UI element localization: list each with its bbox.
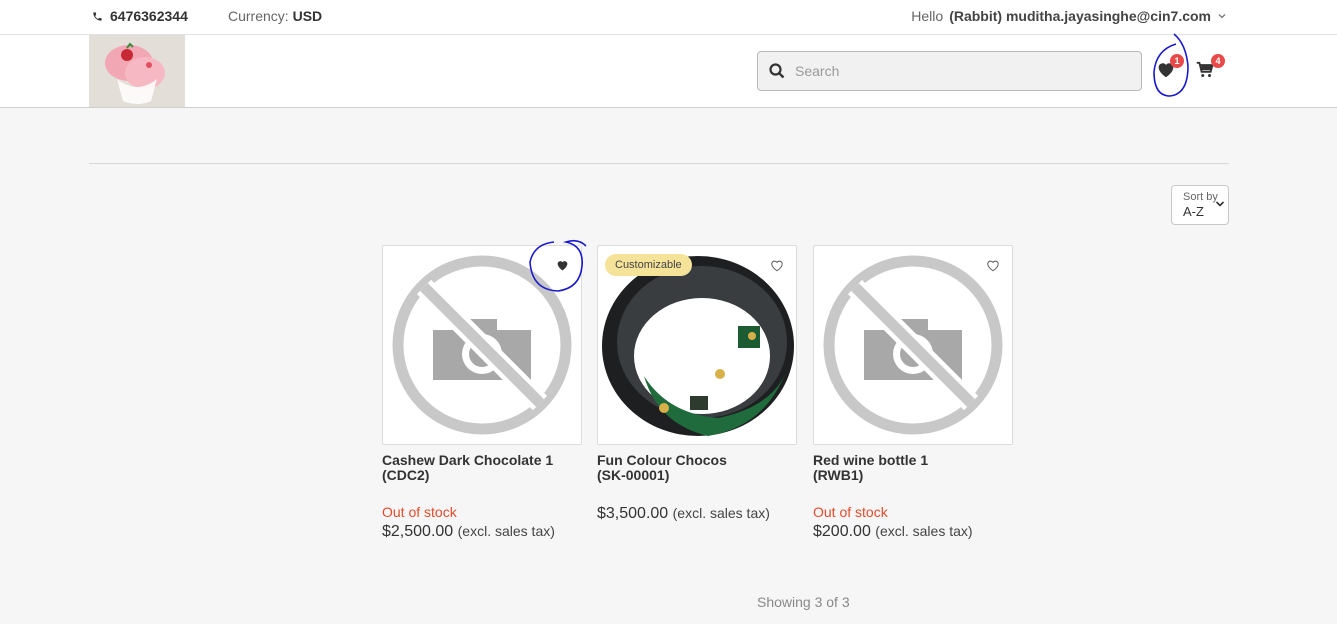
site-header: 1 4	[0, 35, 1337, 108]
product-name[interactable]: Fun Colour Chocos (SK-00001)	[597, 453, 797, 483]
store-logo[interactable]	[89, 35, 185, 107]
tax-note: (excl. sales tax)	[875, 523, 973, 539]
currency-value: USD	[292, 8, 323, 24]
phone-contact[interactable]: 6476362344	[92, 8, 188, 24]
hello-prefix: Hello	[911, 8, 944, 24]
heart-outline-icon	[771, 260, 783, 271]
account-menu[interactable]: Hello (Rabbit) muditha.jayasinghe@cin7.c…	[911, 8, 1227, 24]
sort-label: Sort by	[1183, 191, 1218, 203]
section-divider	[89, 163, 1229, 164]
product-card[interactable]: Cashew Dark Chocolate 1 (CDC2) Out of st…	[382, 245, 582, 541]
heart-outline-icon	[987, 260, 999, 271]
search-box[interactable]	[757, 51, 1142, 91]
product-price: $3,500.00 (excl. sales tax)	[597, 505, 797, 523]
product-title: Red wine bottle 1	[813, 452, 929, 468]
user-name: (Rabbit) muditha.jayasinghe@cin7.com	[949, 8, 1211, 24]
product-image[interactable]	[813, 245, 1013, 445]
ice-cream-logo-image	[89, 35, 185, 107]
product-card[interactable]: Customizable Fun Colour Chocos (SK-00001…	[597, 245, 797, 523]
tax-note: (excl. sales tax)	[457, 523, 555, 539]
customizable-badge: Customizable	[605, 254, 692, 276]
product-name[interactable]: Red wine bottle 1 (RWB1)	[813, 453, 1013, 483]
stock-status: Out of stock	[813, 504, 888, 520]
product-image[interactable]	[382, 245, 582, 445]
no-image-placeholder-icon	[823, 255, 1003, 435]
heart-filled-icon	[557, 261, 567, 271]
product-sku: (CDC2)	[382, 467, 430, 483]
tax-note: (excl. sales tax)	[672, 505, 770, 521]
product-price: $2,500.00 (excl. sales tax)	[382, 523, 582, 541]
chevron-down-icon	[1215, 201, 1225, 207]
no-image-placeholder-icon	[392, 255, 572, 435]
product-title: Fun Colour Chocos	[597, 452, 727, 468]
wishlist-toggle[interactable]	[982, 254, 1004, 276]
price-value: $3,500.00	[597, 505, 669, 522]
wishlist-toggle[interactable]	[551, 254, 573, 276]
search-input[interactable]	[793, 62, 1127, 80]
chevron-down-icon	[1218, 14, 1226, 19]
product-title: Cashew Dark Chocolate 1	[382, 452, 554, 468]
results-count: Showing 3 of 3	[757, 594, 850, 610]
currency-selector[interactable]: Currency: USD	[228, 8, 322, 24]
product-name[interactable]: Cashew Dark Chocolate 1 (CDC2)	[382, 453, 582, 483]
product-image[interactable]: Customizable	[597, 245, 797, 445]
sort-dropdown[interactable]: Sort by A-Z	[1171, 185, 1229, 225]
price-value: $200.00	[813, 523, 871, 540]
cart-count-badge: 4	[1211, 54, 1225, 68]
product-sku: (SK-00001)	[597, 467, 670, 483]
wishlist-button[interactable]: 1	[1156, 54, 1184, 80]
top-bar: 6476362344 Currency: USD Hello (Rabbit) …	[0, 0, 1337, 35]
cart-button[interactable]: 4	[1196, 54, 1225, 81]
product-card[interactable]: Red wine bottle 1 (RWB1) Out of stock $2…	[813, 245, 1013, 541]
sort-value: A-Z	[1183, 204, 1204, 219]
stock-status: Out of stock	[382, 504, 457, 520]
wishlist-toggle[interactable]	[766, 254, 788, 276]
product-sku: (RWB1)	[813, 467, 864, 483]
product-price: $200.00 (excl. sales tax)	[813, 523, 1013, 541]
phone-icon	[93, 11, 102, 21]
search-icon	[769, 63, 785, 79]
phone-number: 6476362344	[110, 8, 188, 24]
price-value: $2,500.00	[382, 523, 454, 540]
wishlist-count-badge: 1	[1170, 54, 1184, 68]
currency-label: Currency:	[228, 8, 289, 24]
